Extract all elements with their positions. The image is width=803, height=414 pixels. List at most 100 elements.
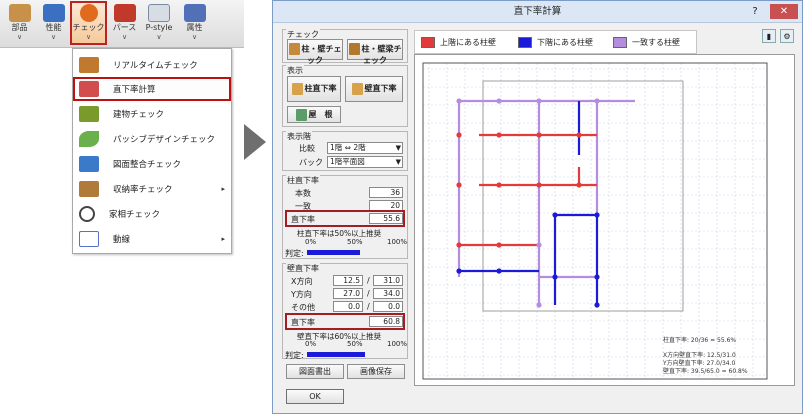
- submenu-arrow-icon: ▸: [221, 185, 225, 193]
- column-marker: [496, 242, 502, 248]
- slash: /: [367, 302, 370, 311]
- chevron-down-icon: ▼: [395, 144, 401, 152]
- judge-label: 判定:: [285, 351, 304, 360]
- legend-label: 上階にある柱壁: [440, 37, 496, 47]
- ok-button[interactable]: OK: [286, 389, 344, 404]
- beam-check-icon: [348, 43, 360, 55]
- chevron-down-icon: ∨: [191, 33, 198, 41]
- column-marker: [552, 212, 558, 218]
- menu-item-direct-ratio[interactable]: 直下率計算: [73, 77, 231, 101]
- legend-label: 下階にある柱壁: [537, 37, 593, 47]
- menu-item-flow-line[interactable]: 動線 ▸: [73, 227, 231, 251]
- column-marker: [594, 212, 600, 218]
- column-marker: [456, 182, 462, 188]
- building-check-icon: [79, 106, 99, 122]
- menu-item-label: 建物チェック: [113, 110, 165, 120]
- direct-ratio-icon: [79, 81, 99, 97]
- slash: /: [367, 289, 370, 298]
- column-marker: [456, 268, 462, 274]
- save-image-button[interactable]: 画像保存: [347, 364, 405, 379]
- column-check-icon: [288, 43, 300, 55]
- chevron-down-icon: ∨: [50, 33, 57, 41]
- close-button[interactable]: ✕: [770, 4, 798, 19]
- panel-icon[interactable]: ▮: [762, 29, 776, 43]
- wall-icon: [351, 82, 363, 95]
- help-button[interactable]: ?: [746, 4, 764, 19]
- column-marker: [536, 132, 542, 138]
- check-icon: [79, 4, 98, 22]
- scale-0: 0%: [305, 340, 317, 348]
- plan-note-wall-total: 壁直下率: 39.5/65.0 = 60.8%: [663, 367, 748, 375]
- ribbon-label: パース: [112, 23, 137, 32]
- roof-display-button[interactable]: 屋 根: [287, 106, 341, 123]
- y-direction-label: Y方向: [291, 290, 312, 299]
- legend-swatch: [518, 36, 532, 48]
- column-marker: [594, 274, 600, 280]
- legend-swatch: [613, 36, 627, 48]
- button-label: 柱直下率: [304, 84, 337, 93]
- back-select[interactable]: 1階平面図 ▼: [327, 156, 403, 168]
- submenu-arrow-icon: ▸: [221, 235, 225, 243]
- menu-item-kaso-check[interactable]: 家相チェック: [73, 202, 231, 226]
- button-label: 屋 根: [308, 110, 333, 119]
- menu-item-realtime-check[interactable]: リアルタイムチェック: [73, 53, 231, 77]
- leaf-icon: [79, 131, 99, 147]
- ribbon-button-check[interactable]: チェック ∨: [70, 1, 107, 45]
- count-value: 36: [369, 187, 403, 198]
- y-direction-b: 34.0: [373, 288, 403, 299]
- ribbon-label: 部品: [11, 23, 28, 32]
- floor-plan-canvas[interactable]: 柱直下率: 20/36 = 55.6% X方向壁直下率: 12.5/31.0 Y…: [414, 54, 795, 386]
- group-title: 表示: [286, 65, 304, 76]
- ribbon-button-performance[interactable]: 性能 ∨: [37, 2, 70, 44]
- legend-lower: 下階にある柱壁: [518, 34, 593, 50]
- chevron-down-icon: ∨: [156, 33, 162, 41]
- flow-line-icon: [79, 231, 99, 247]
- house-icon: [113, 4, 136, 22]
- wall-ratio-display-button[interactable]: 壁直下率: [345, 76, 403, 102]
- parts-icon: [8, 4, 31, 22]
- ribbon-label: P-style: [145, 23, 173, 32]
- column-marker: [496, 182, 502, 188]
- menu-item-label: 家相チェック: [109, 210, 161, 220]
- compare-select[interactable]: 1階 ⇔ 2階 ▼: [327, 142, 403, 154]
- menu-item-storage-ratio[interactable]: 収納率チェック ▸: [73, 177, 231, 201]
- export-drawing-button[interactable]: 図面書出: [286, 364, 344, 379]
- column-wall-beam-check-button[interactable]: 柱・壁梁チェック: [347, 39, 403, 65]
- chevron-down-icon: ▼: [395, 158, 401, 166]
- slash: /: [367, 276, 370, 285]
- ribbon-button-perspective[interactable]: パース ∨: [108, 2, 141, 44]
- menu-item-label: 動線: [113, 235, 131, 245]
- column-wall-check-button[interactable]: 柱・壁チェック: [287, 39, 343, 65]
- gear-icon[interactable]: ⚙: [780, 29, 794, 43]
- x-direction-label: X方向: [291, 277, 313, 286]
- ribbon-button-parts[interactable]: 部品 ∨: [3, 2, 36, 44]
- menu-item-drawing-consistency[interactable]: 図面整合チェック: [73, 152, 231, 176]
- column-ratio-display-button[interactable]: 柱直下率: [287, 76, 341, 102]
- column-marker: [456, 98, 462, 104]
- dialog-title: 直下率計算: [513, 6, 562, 17]
- legend-swatch: [421, 36, 435, 48]
- column-marker: [594, 302, 600, 308]
- ribbon-button-attribute[interactable]: 属性 ∨: [178, 2, 211, 44]
- menu-item-label: パッシブデザインチェック: [113, 135, 216, 145]
- scale-50: 50%: [347, 340, 363, 348]
- plan-note-column: 柱直下率: 20/36 = 55.6%: [663, 336, 736, 344]
- menu-item-passive-design[interactable]: パッシブデザインチェック: [73, 127, 231, 151]
- check-group: チェック 柱・壁チェック 柱・壁梁チェック: [282, 29, 408, 65]
- group-title: 壁直下率: [286, 263, 320, 274]
- display-group: 表示 柱直下率 壁直下率 屋 根: [282, 65, 408, 127]
- ribbon-button-pstyle[interactable]: P-style ∨: [142, 2, 176, 44]
- menu-item-building-check[interactable]: 建物チェック: [73, 102, 231, 126]
- chevron-down-icon: ∨: [16, 33, 23, 41]
- button-label: 壁直下率: [364, 84, 397, 93]
- display-floor-group: 表示階 比較 1階 ⇔ 2階 ▼ バック 1階平面図 ▼: [282, 131, 408, 171]
- menu-item-label: リアルタイムチェック: [113, 61, 198, 71]
- compare-label: 比較: [299, 144, 315, 153]
- compare-select-value: 1階 ⇔ 2階: [330, 143, 366, 152]
- scale-50: 50%: [347, 238, 363, 246]
- ribbon-label: 属性: [186, 23, 203, 32]
- column-marker: [552, 274, 558, 280]
- performance-icon: [42, 4, 65, 22]
- floor-plan-svg: 柱直下率: 20/36 = 55.6% X方向壁直下率: 12.5/31.0 Y…: [422, 62, 768, 380]
- button-label: 柱・壁梁チェック: [361, 44, 402, 66]
